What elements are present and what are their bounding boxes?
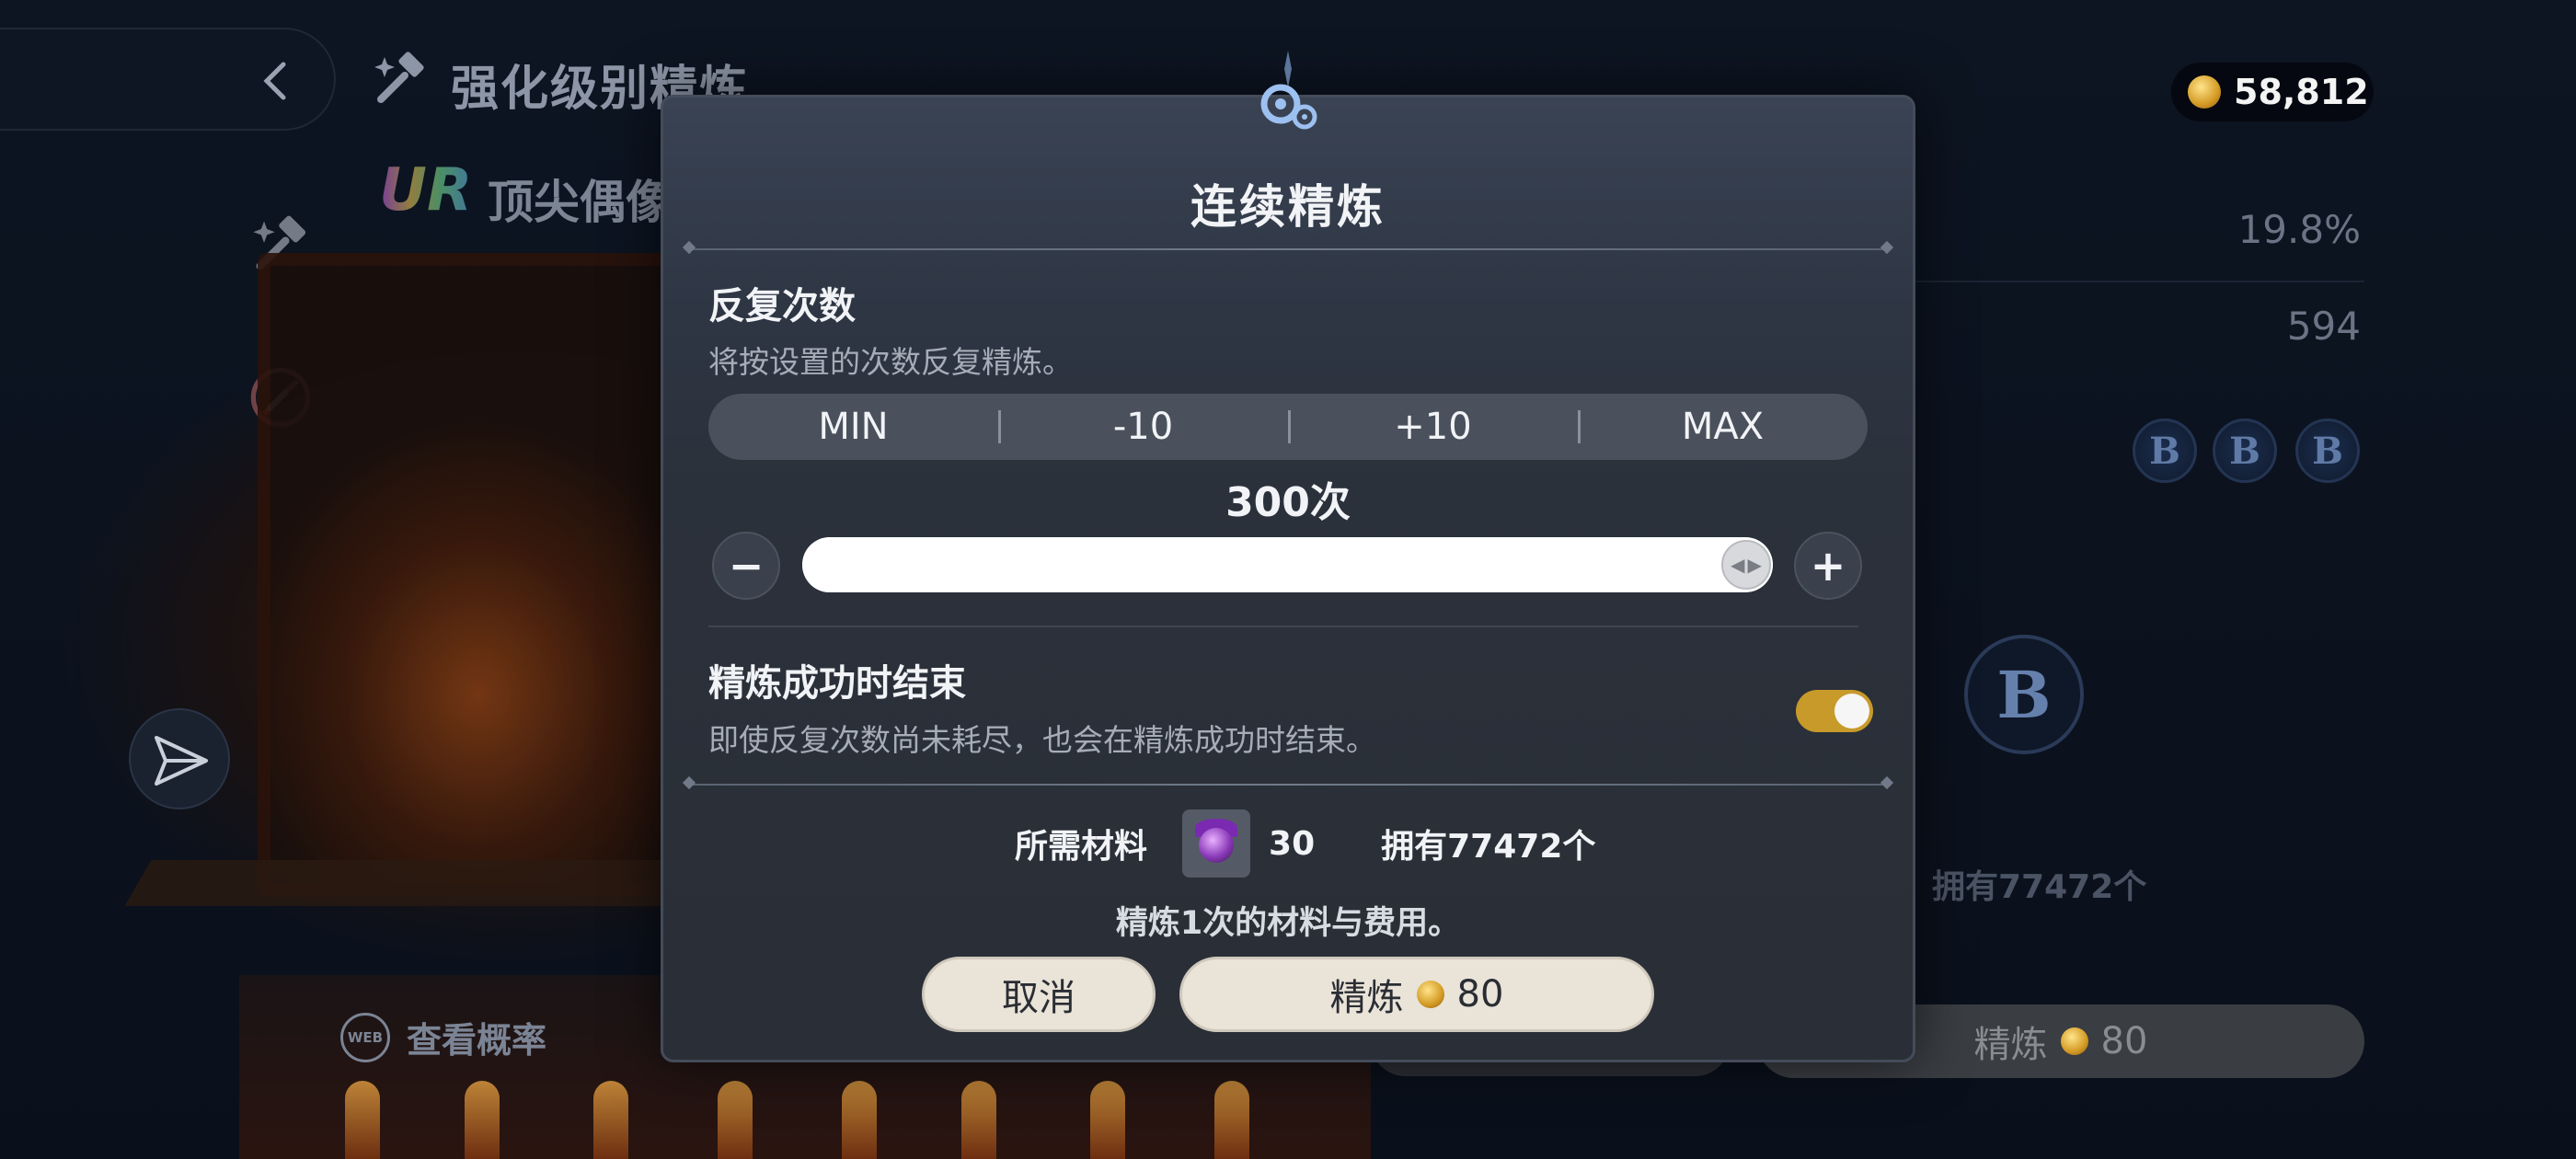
candle-decor [1214, 1081, 1249, 1159]
item-name: 顶尖偶像 [488, 176, 672, 229]
candle-decor [345, 1081, 380, 1159]
send-icon [155, 736, 208, 786]
material-amount: 30 [1269, 824, 1316, 863]
required-materials-label: 所需材料 [1015, 828, 1148, 866]
b-rank-badge: B [2295, 419, 2360, 483]
refine-confirm-button[interactable]: 精炼 80 [1179, 957, 1654, 1032]
stop-on-success-toggle[interactable] [1796, 690, 1873, 732]
success-rate: 19.8% [2237, 207, 2361, 252]
repeat-count-slider[interactable]: ◀ ▶ [802, 537, 1773, 592]
owned-count: 拥有77472个 [1932, 868, 2147, 906]
screen: 强化级别精炼 UR 顶尖偶像 WEB 查看概率 58,812 19.8% 594… [0, 0, 2576, 1159]
decrement-button[interactable]: − [712, 532, 780, 600]
divider [1914, 281, 2364, 282]
min-button[interactable]: MIN [708, 394, 998, 460]
b-rank-badge: B [2213, 419, 2277, 483]
repeat-count-value: 300次 [1225, 479, 1351, 526]
repeat-count-description: 将按设置的次数反复精炼。 [708, 344, 1073, 380]
web-icon: WEB [340, 1012, 390, 1062]
refine-confirm-label: 精炼 [1329, 977, 1404, 1019]
step-button-bar: MIN -10 +10 MAX [708, 394, 1868, 460]
gears-icon [1260, 51, 1317, 130]
divider [690, 784, 1886, 786]
plus-10-button[interactable]: +10 [1288, 394, 1578, 460]
slider-fill [802, 537, 1773, 592]
refine-confirm-cost: 80 [1456, 973, 1504, 1016]
required-materials-row: 所需材料 30 拥有77472个 [1015, 809, 1595, 878]
candle-decor [842, 1081, 877, 1159]
max-button[interactable]: MAX [1578, 394, 1868, 460]
refine-cost: 80 [2100, 1020, 2148, 1062]
arrow-left-icon: ◀ [1731, 554, 1745, 576]
candle-decor [718, 1081, 753, 1159]
candle-decor [1090, 1081, 1125, 1159]
divider [690, 248, 1886, 250]
candle-decor [593, 1081, 628, 1159]
view-probability-link[interactable]: WEB 查看概率 [340, 1012, 546, 1062]
arrow-right-icon: ▶ [1747, 554, 1762, 576]
share-button[interactable] [129, 708, 230, 809]
currency-display: 58,812 [2171, 63, 2374, 121]
view-probability-label: 查看概率 [407, 1020, 547, 1061]
stat-count: 594 [2286, 304, 2361, 349]
coin-icon [1416, 981, 1444, 1008]
back-button[interactable] [0, 28, 336, 131]
refine-label: 精炼 [1973, 1024, 2048, 1066]
section-divider [708, 625, 1858, 627]
material-owned: 拥有77472个 [1381, 828, 1596, 866]
cancel-button[interactable]: 取消 [922, 957, 1156, 1032]
candle-decor [961, 1081, 996, 1159]
repeat-count-title: 反复次数 [708, 285, 856, 327]
currency-amount: 58,812 [2234, 72, 2369, 112]
chevron-left-icon [263, 62, 286, 100]
item-artwork [258, 253, 690, 897]
stop-on-success-title: 精炼成功时结束 [708, 662, 966, 705]
hammer-sparkle-icon [374, 52, 424, 103]
increment-button[interactable]: + [1794, 532, 1862, 600]
toggle-knob [1834, 694, 1869, 729]
candle-decor [465, 1081, 500, 1159]
dialog-title: 连续精炼 [1190, 180, 1386, 234]
stop-on-success-description: 即使反复次数尚未耗尽，也会在精炼成功时结束。 [708, 722, 1376, 758]
b-rank-large-badge: B [1964, 635, 2084, 754]
cancel-label: 取消 [1002, 977, 1075, 1019]
ur-rarity-badge: UR [379, 156, 473, 224]
b-rank-badge: B [2133, 419, 2197, 483]
minus-10-button[interactable]: -10 [998, 394, 1288, 460]
coin-icon [2060, 1027, 2088, 1055]
slider-handle[interactable]: ◀ ▶ [1721, 540, 1771, 590]
material-item-icon[interactable] [1182, 809, 1251, 878]
coin-icon [2188, 75, 2221, 109]
cost-note: 精炼1次的材料与费用。 [1115, 905, 1461, 942]
